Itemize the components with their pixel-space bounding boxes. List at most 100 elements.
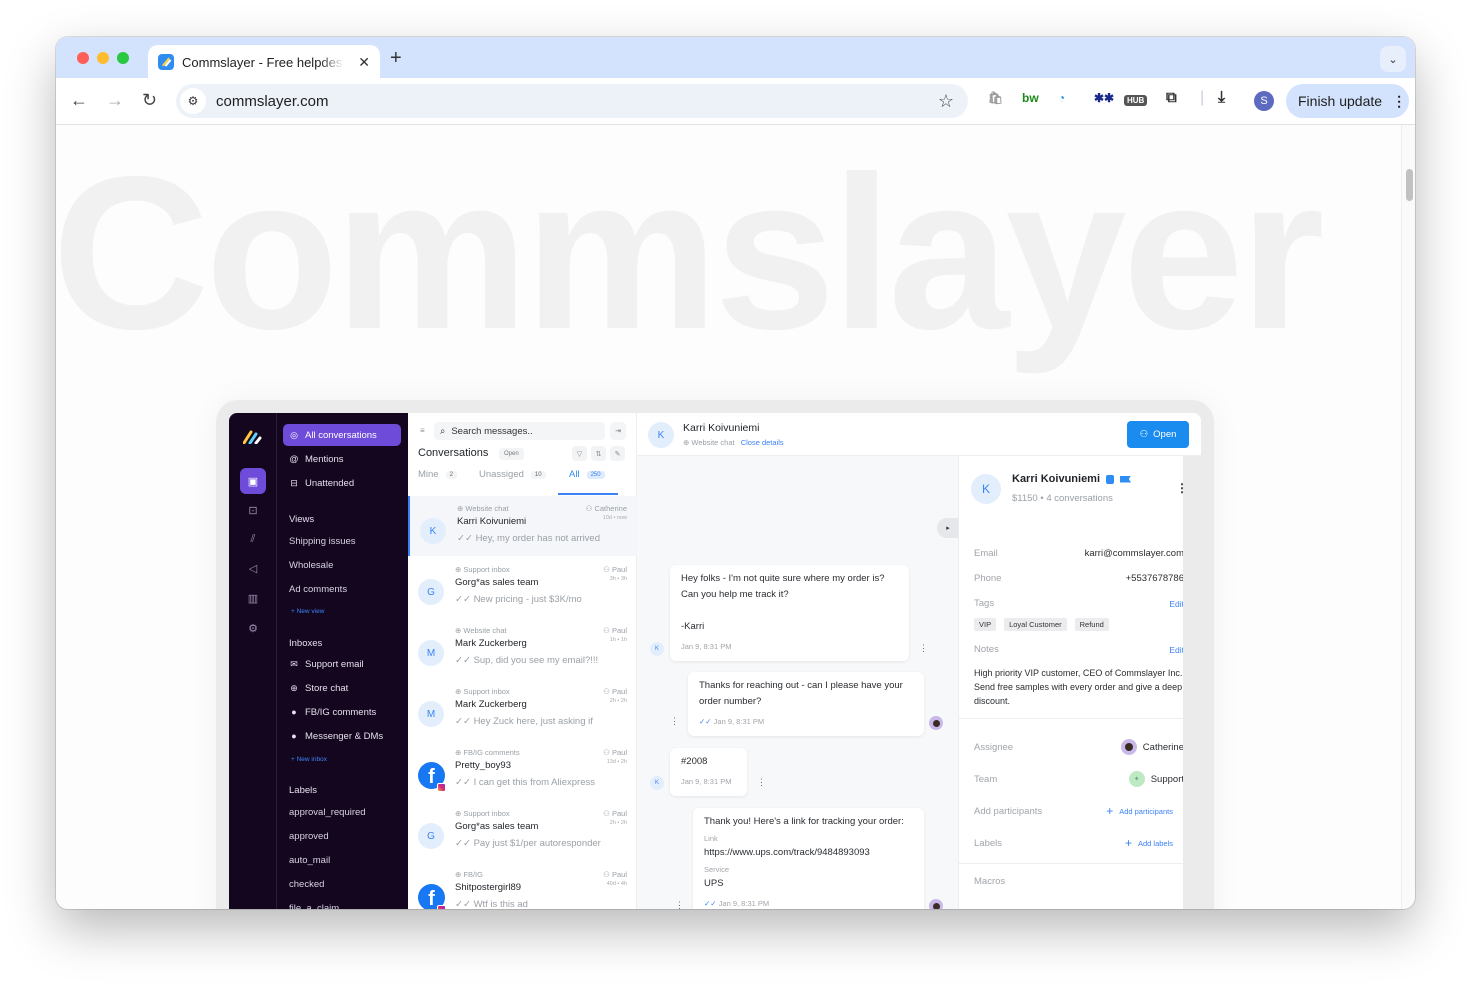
conversation-item[interactable]: f ⊕ FB/IG ⚇ Paul 40d • 4h Shitpostergirl89 ✓✓… [408, 862, 637, 909]
finish-update-button[interactable]: Finish update ⋮ [1286, 84, 1409, 118]
scrollbar-thumb[interactable] [1406, 169, 1413, 201]
toggle-details-caret-icon[interactable]: ▸ [937, 518, 959, 538]
tag-chip[interactable]: VIP [974, 618, 997, 631]
icon-rail: ▣ ⊡ ⫽ ◁ ▥ ⚙ [229, 413, 277, 909]
flag-icon[interactable] [1120, 475, 1132, 483]
add-labels-button[interactable]: + Add labels [1125, 836, 1173, 850]
segment-unassigned[interactable]: Unassiged 10 [479, 469, 546, 480]
compose-pencil-icon[interactable]: ✎ [610, 446, 625, 461]
new-inbox-button[interactable]: + New inbox [291, 756, 327, 763]
source-label: Support inbox [463, 687, 510, 696]
shopify-icon[interactable]: 🛍 [988, 91, 1003, 105]
tab-close-icon[interactable]: ✕ [358, 54, 370, 71]
conversation-item[interactable]: K ⊕ Website chat ⚇ Catherine 10d • now Karri… [408, 496, 637, 556]
rail-conversations-icon[interactable]: ▣ [240, 468, 266, 494]
open-button-label: Open [1153, 429, 1177, 440]
shopify-icon[interactable] [1106, 474, 1115, 484]
label-item[interactable]: checked [289, 879, 324, 890]
nav-mentions[interactable]: @ Mentions [283, 448, 401, 470]
bw-extension-icon[interactable]: bw [1022, 91, 1039, 105]
segment-all[interactable]: All 250 [569, 469, 605, 480]
address-bar[interactable]: ⚙ commslayer.com ☆ [176, 84, 968, 118]
hub-extension-icon[interactable]: HUB [1124, 95, 1148, 106]
inbox-support-email[interactable]: ✉ Support email [283, 653, 401, 675]
conversation-item[interactable]: M ⊕ Support inbox ⚇ Paul 2h • 2h Mark Zucker… [408, 679, 637, 739]
rail-campaigns-icon[interactable]: ◁ [240, 555, 266, 581]
back-arrow-icon[interactable]: ← [70, 90, 88, 111]
bookmark-star-icon[interactable]: ☆ [938, 91, 954, 112]
tag-chip[interactable]: Refund [1074, 618, 1109, 631]
sort-icon[interactable]: ⇅ [591, 446, 606, 461]
downloads-icon[interactable]: ⤓ [1218, 89, 1225, 107]
forward-arrow-icon[interactable]: → [106, 90, 124, 111]
close-details-link[interactable]: Close details [741, 438, 784, 447]
collapse-panel-icon[interactable]: ⇥ [610, 422, 626, 440]
new-view-button[interactable]: + New view [291, 608, 324, 615]
view-item[interactable]: Shipping issues [289, 536, 356, 547]
open-status-button[interactable]: ⚇ Open [1127, 421, 1189, 448]
team-value[interactable]: ✦ Support [1128, 771, 1184, 787]
contact-avatar: M [418, 640, 444, 666]
more-menu-icon[interactable]: ⋮ [1392, 93, 1406, 110]
new-tab-icon[interactable]: + [390, 47, 402, 70]
page-scrollbar[interactable] [1401, 125, 1415, 909]
close-window-button[interactable] [77, 52, 89, 64]
finish-update-label: Finish update [1298, 93, 1383, 109]
extensions-puzzle-icon[interactable]: ⧉ [1166, 89, 1177, 106]
inbox-store-chat[interactable]: ⊕ Store chat [283, 677, 401, 699]
filter-lines-icon[interactable]: ≡ [420, 426, 425, 435]
add-labels-label: Add labels [1137, 838, 1173, 848]
search-input[interactable]: ⌕ Search messages.. [434, 422, 605, 440]
email-value[interactable]: karri@commslayer.com [1085, 548, 1184, 559]
message-menu-icon[interactable]: ⋮ [670, 716, 679, 727]
assignee-row[interactable]: Assignee Catherine [974, 739, 1184, 755]
label-item[interactable]: auto_mail [289, 855, 330, 866]
message-menu-icon[interactable]: ⋮ [675, 900, 684, 909]
conversation-item[interactable]: G ⊕ Support inbox ⚇ Paul 3h • 3h Gorg*as sal… [408, 557, 637, 617]
inbox-fbig-comments[interactable]: ● FB/IG comments [283, 701, 401, 723]
conversation-contact: Gorg*as sales team [455, 821, 539, 832]
team-row[interactable]: Team ✦ Support [974, 771, 1184, 787]
add-participants-button[interactable]: + Add participants [1106, 804, 1173, 818]
rail-library-icon[interactable]: ▥ [240, 585, 266, 611]
maximize-window-button[interactable] [117, 52, 129, 64]
message-text: Thank you! Here's a link for tracking yo… [704, 816, 904, 827]
filter-funnel-icon[interactable]: ▽ [572, 446, 587, 461]
reload-icon[interactable]: ↻ [142, 90, 157, 111]
status-filter-pill[interactable]: Open [499, 448, 524, 460]
label-item[interactable]: file_a_claim [289, 903, 339, 909]
rail-reports-icon[interactable]: ⫽ [240, 526, 266, 552]
conversation-item[interactable]: f ⊕ FB/IG comments ⚇ Paul 13d • 2h Pretty_bo… [408, 740, 637, 800]
tab-search-chevron-icon[interactable]: ⌄ [1380, 46, 1406, 72]
minimize-window-button[interactable] [97, 52, 109, 64]
tracking-link[interactable]: https://www.ups.com/track/9484893093 [704, 845, 913, 861]
password-lock-icon[interactable]: ◔ [1058, 91, 1065, 105]
url-text[interactable]: commslayer.com [216, 93, 329, 110]
edit-notes-button[interactable]: Edit [1169, 645, 1184, 655]
edit-tags-button[interactable]: Edit [1169, 599, 1184, 609]
profile-avatar[interactable]: S [1254, 91, 1274, 111]
view-item[interactable]: Wholesale [289, 560, 333, 571]
nav-all-conversations[interactable]: ◎ All conversations [283, 424, 401, 446]
label-item[interactable]: approved [289, 831, 329, 842]
tag-chip[interactable]: Loyal Customer [1004, 618, 1067, 631]
site-settings-icon[interactable]: ⚙ [180, 88, 206, 114]
segment-mine[interactable]: Mine 2 [418, 469, 457, 480]
nav-unattended[interactable]: ⊟ Unattended [283, 472, 401, 494]
field-label: Link [704, 834, 718, 843]
segment-count: 10 [530, 470, 546, 479]
assignee-value[interactable]: Catherine [1120, 739, 1184, 755]
rail-settings-icon[interactable]: ⚙ [240, 615, 266, 641]
rail-inbox-icon[interactable]: ⊡ [240, 497, 266, 523]
conversation-item[interactable]: M ⊕ Website chat ⚇ Paul 1h • 1h Mark Zuckerb… [408, 618, 637, 678]
chat-header: K Karri Koivuniemi ⊕ Website chat Close … [637, 413, 1201, 456]
phone-value[interactable]: +5537678786 [1126, 573, 1184, 584]
browser-tab[interactable]: Commslayer - Free helpdesk w ✕ [148, 45, 380, 79]
label-item[interactable]: approval_required [289, 807, 366, 818]
view-item[interactable]: Ad comments [289, 584, 347, 595]
inbox-messenger-dms[interactable]: ● Messenger & DMs [283, 725, 401, 747]
message-menu-icon[interactable]: ⋮ [757, 777, 766, 788]
dots-extension-icon[interactable]: ✱✱ [1094, 91, 1114, 105]
message-menu-icon[interactable]: ⋮ [919, 643, 928, 654]
conversation-item[interactable]: G ⊕ Support inbox ⚇ Paul 2h • 2h Gorg*as sal… [408, 801, 637, 861]
